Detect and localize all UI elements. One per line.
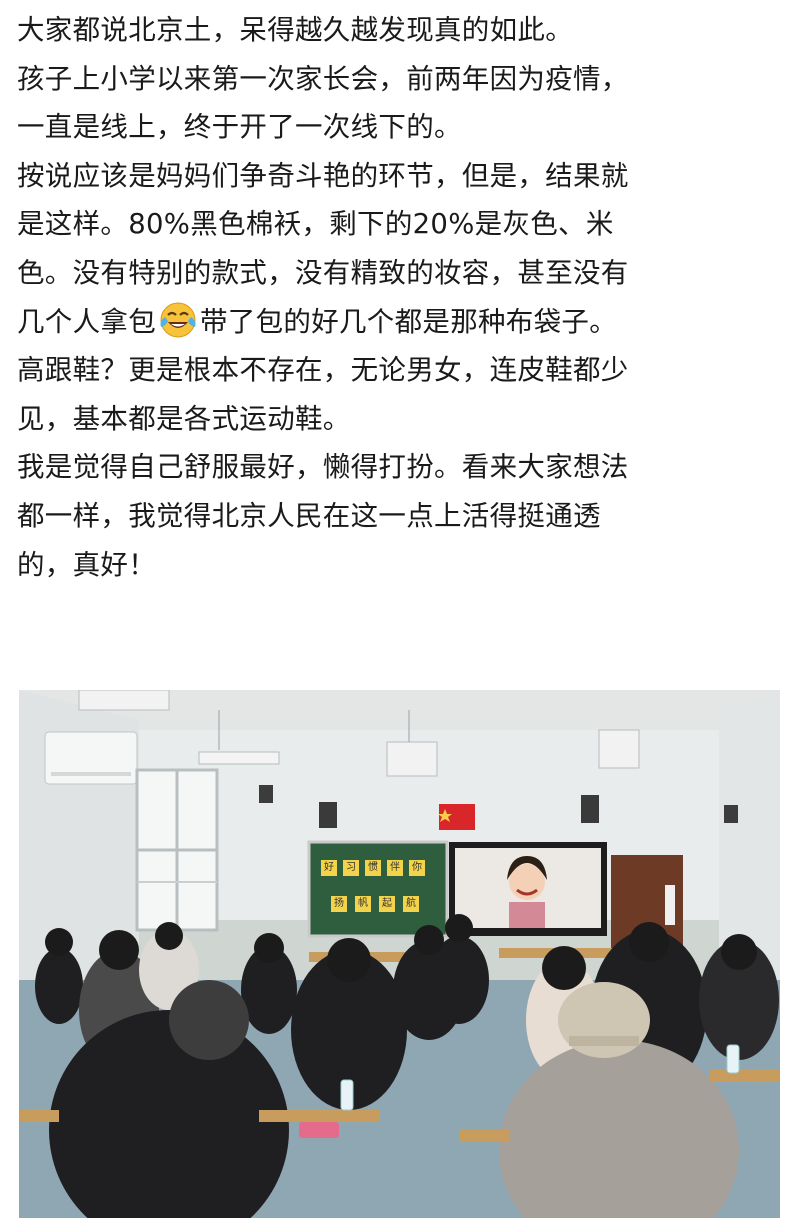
crying-laughing-emoji-icon [158,299,198,339]
char-card: 你 [409,860,425,876]
text-line: 见，基本都是各式运动鞋。 [17,402,351,435]
classroom-photo[interactable]: 好 习 惯 伴 你 扬 帆 起 航 [19,690,780,1218]
text-line: 一直是线上，终于开了一次线下的。 [17,111,462,144]
char-card: 惯 [365,860,381,876]
char-card: 起 [379,896,395,912]
text-line: 带了包的好几个都是那种布袋子。 [200,305,617,338]
char-card: 伴 [387,860,403,876]
text-line: 我是觉得自己舒服最好，懒得打扮。看来大家想法 [17,451,629,484]
text-line: 孩子上小学以来第一次家长会，前两年因为疫情， [17,62,629,95]
blackboard-row-1: 好 习 惯 伴 你 [321,860,425,876]
char-card: 航 [403,896,419,912]
blackboard-row-2: 扬 帆 起 航 [331,896,419,912]
paragraph-1: 大家都说北京土，呆得越久越发现真的如此。 [17,6,787,55]
char-card: 帆 [355,896,371,912]
text-line: 大家都说北京土，呆得越久越发现真的如此。 [17,14,573,46]
classroom-illustration [19,690,780,1218]
char-card: 扬 [331,896,347,912]
post-container: 大家都说北京土，呆得越久越发现真的如此。 孩子上小学以来第一次家长会，前两年因为… [0,0,797,1218]
char-card: 习 [343,860,359,876]
char-card: 好 [321,860,337,876]
paragraph-2: 孩子上小学以来第一次家长会，前两年因为疫情， 一直是线上，终于开了一次线下的。 [17,55,787,152]
paragraph-3: 按说应该是妈妈们争奇斗艳的环节，但是，结果就 是这样。80%黑色棉袄，剩下的20… [17,152,787,444]
text-line: 高跟鞋？更是根本不存在，无论男女，连皮鞋都少 [17,354,629,387]
text-line: 都一样，我觉得北京人民在这一点上活得挺通透 [17,499,601,532]
text-line: 几个人拿包 [17,305,156,338]
text-line: 色。没有特别的款式，没有精致的妆容，甚至没有 [17,256,629,289]
paragraph-4: 我是觉得自己舒服最好，懒得打扮。看来大家想法 都一样，我觉得北京人民在这一点上活… [17,443,787,589]
text-line: 是这样。80%黑色棉袄，剩下的20%是灰色、米 [17,208,614,241]
post-text: 大家都说北京土，呆得越久越发现真的如此。 孩子上小学以来第一次家长会，前两年因为… [17,6,787,589]
text-line: 按说应该是妈妈们争奇斗艳的环节，但是，结果就 [17,159,629,192]
text-line: 的，真好！ [17,548,156,581]
